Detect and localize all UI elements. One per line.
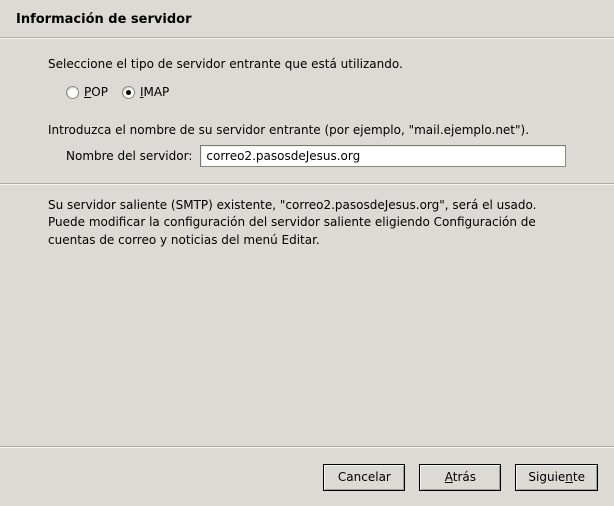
server-name-input[interactable] bbox=[200, 145, 566, 167]
server-name-prompt: Introduzca el nombre de su servidor entr… bbox=[48, 123, 566, 137]
page-title: Información de servidor bbox=[16, 12, 598, 27]
content-area: Seleccione el tipo de servidor entrante … bbox=[0, 39, 614, 167]
next-button[interactable]: Siguiente bbox=[515, 464, 598, 491]
cancel-button[interactable]: Cancelar bbox=[323, 464, 405, 491]
server-name-label: Nombre del servidor: bbox=[66, 149, 192, 163]
server-type-radios: POP IMAP bbox=[48, 85, 566, 99]
wizard-footer: Cancelar Atrás Siguiente bbox=[0, 448, 614, 506]
incoming-type-prompt: Seleccione el tipo de servidor entrante … bbox=[48, 57, 566, 71]
radio-pop[interactable]: POP bbox=[66, 85, 108, 99]
radio-pop-indicator bbox=[66, 86, 79, 99]
radio-imap-indicator bbox=[122, 86, 135, 99]
smtp-note: Su servidor saliente (SMTP) existente, "… bbox=[0, 185, 614, 249]
radio-imap[interactable]: IMAP bbox=[122, 85, 169, 99]
radio-imap-label: IMAP bbox=[140, 85, 169, 99]
back-button[interactable]: Atrás bbox=[419, 464, 501, 491]
radio-pop-label: POP bbox=[84, 85, 108, 99]
wizard-header: Información de servidor bbox=[0, 0, 614, 37]
server-name-row: Nombre del servidor: bbox=[48, 145, 566, 167]
